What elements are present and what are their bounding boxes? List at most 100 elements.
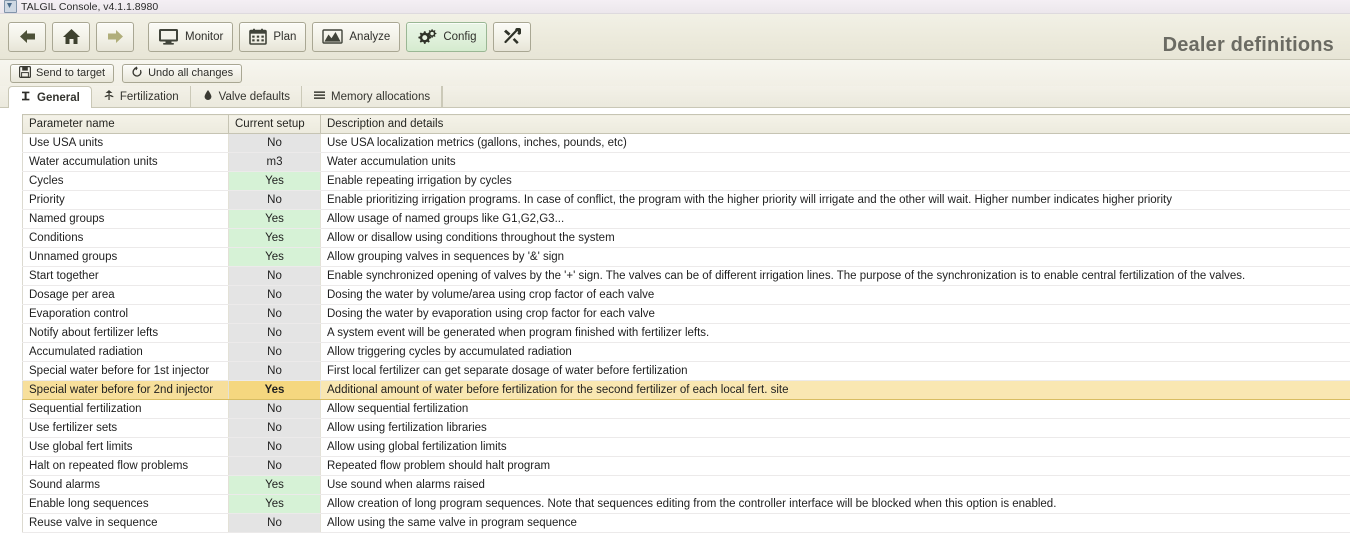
section-plan-label: Plan	[273, 30, 297, 43]
table-row[interactable]: Use USA units No Use USA localization metr…	[22, 133, 1350, 153]
cell-description: Allow grouping valves in sequences by '&…	[320, 247, 1350, 267]
table-row[interactable]: Conditions Yes Allow or disallow using con…	[22, 228, 1350, 248]
cell-parameter-name[interactable]: Notify about fertilizer lefts	[22, 323, 229, 343]
parameters-table-container[interactable]: Parameter name Current setup Description…	[0, 108, 1350, 538]
table-row[interactable]: Special water before for 2nd injector Yes…	[22, 380, 1350, 400]
section-monitor-button[interactable]: Monitor	[148, 21, 234, 52]
cell-parameter-name[interactable]: Accumulated radiation	[22, 342, 229, 362]
cell-parameter-name[interactable]: Special water before for 1st injector	[22, 361, 229, 381]
table-row[interactable]: Use fertilizer sets No Allow using fertili…	[22, 418, 1350, 438]
table-row[interactable]: Notify about fertilizer lefts No A system …	[22, 323, 1350, 343]
column-header-current-setup[interactable]: Current setup	[228, 114, 321, 134]
tab-general[interactable]: General	[8, 86, 92, 108]
table-row[interactable]: Accumulated radiation No Allow triggering …	[22, 342, 1350, 362]
cell-parameter-name[interactable]: Unnamed groups	[22, 247, 229, 267]
table-row[interactable]: Reuse valve in sequence No Allow using the…	[22, 513, 1350, 533]
cell-parameter-name[interactable]: Use global fert limits	[22, 437, 229, 457]
table-row[interactable]: Enable long sequences Yes Allow creation o…	[22, 494, 1350, 514]
tab-strip-filler	[442, 86, 1350, 107]
cell-current-setup[interactable]: No	[228, 266, 321, 286]
cell-current-setup[interactable]: No	[228, 361, 321, 381]
section-analyze-button[interactable]: Analyze	[312, 21, 401, 52]
cell-current-setup[interactable]: No	[228, 342, 321, 362]
tab-memory-allocations[interactable]: Memory allocations	[302, 86, 443, 107]
cell-current-setup[interactable]: No	[228, 399, 321, 419]
window-title: TALGIL Console, v4.1.1.8980	[21, 0, 159, 13]
section-plan-button[interactable]: Plan	[239, 21, 307, 52]
cell-description: Use sound when alarms raised	[320, 475, 1350, 495]
table-row[interactable]: Start together No Enable synchronized open…	[22, 266, 1350, 286]
section-config-button[interactable]: Config	[406, 21, 487, 52]
table-row[interactable]: Dosage per area No Dosing the water by vol…	[22, 285, 1350, 305]
section-tools-button[interactable]	[492, 21, 531, 52]
table-row[interactable]: Priority No Enable prioritizing irrigation…	[22, 190, 1350, 210]
cell-parameter-name[interactable]: Conditions	[22, 228, 229, 248]
arrow-right-icon	[106, 28, 125, 45]
cell-current-setup[interactable]: No	[228, 323, 321, 343]
cell-current-setup[interactable]: No	[228, 304, 321, 324]
cell-description: Dosing the water by evaporation using cr…	[320, 304, 1350, 324]
cell-current-setup[interactable]: m3	[228, 152, 321, 172]
table-row[interactable]: Named groups Yes Allow usage of named grou…	[22, 209, 1350, 229]
table-row[interactable]: Use global fert limits No Allow using glob…	[22, 437, 1350, 457]
undo-all-changes-button[interactable]: Undo all changes	[122, 63, 243, 83]
table-row[interactable]: Sound alarms Yes Use sound when alarms rai…	[22, 475, 1350, 495]
cell-parameter-name[interactable]: Sound alarms	[22, 475, 229, 495]
cell-parameter-name[interactable]: Evaporation control	[22, 304, 229, 324]
column-header-parameter-name[interactable]: Parameter name	[22, 114, 229, 134]
table-row[interactable]: Special water before for 1st injector No F…	[22, 361, 1350, 381]
cell-parameter-name[interactable]: Dosage per area	[22, 285, 229, 305]
cell-current-setup[interactable]: No	[228, 456, 321, 476]
cell-current-setup[interactable]: Yes	[228, 380, 321, 400]
action-bar: Send to target Undo all changes	[0, 60, 1350, 86]
send-to-target-label: Send to target	[36, 67, 106, 79]
cell-current-setup[interactable]: No	[228, 190, 321, 210]
cell-current-setup[interactable]: No	[228, 133, 321, 153]
cell-current-setup[interactable]: No	[228, 285, 321, 305]
cell-parameter-name[interactable]: Cycles	[22, 171, 229, 191]
cell-parameter-name[interactable]: Reuse valve in sequence	[22, 513, 229, 533]
cell-current-setup[interactable]: Yes	[228, 209, 321, 229]
tab-fertilization-label: Fertilization	[119, 90, 179, 103]
table-row[interactable]: Sequential fertilization No Allow sequenti…	[22, 399, 1350, 419]
column-header-description[interactable]: Description and details	[320, 114, 1350, 134]
table-row[interactable]: Evaporation control No Dosing the water by…	[22, 304, 1350, 324]
cell-current-setup[interactable]: Yes	[228, 228, 321, 248]
cell-parameter-name[interactable]: Start together	[22, 266, 229, 286]
cell-current-setup[interactable]: No	[228, 418, 321, 438]
page-title: Dealer definitions	[1162, 34, 1334, 56]
tab-valve-defaults[interactable]: Valve defaults	[191, 86, 303, 107]
cell-parameter-name[interactable]: Enable long sequences	[22, 494, 229, 514]
cell-parameter-name[interactable]: Priority	[22, 190, 229, 210]
tab-fertilization[interactable]: Fertilization	[92, 86, 191, 107]
table-row[interactable]: Halt on repeated flow problems No Repeated…	[22, 456, 1350, 476]
send-to-target-button[interactable]: Send to target	[10, 63, 115, 83]
cell-parameter-name[interactable]: Use USA units	[22, 133, 229, 153]
cell-parameter-name[interactable]: Sequential fertilization	[22, 399, 229, 419]
calendar-icon	[249, 28, 268, 45]
cell-current-setup[interactable]: Yes	[228, 475, 321, 495]
cell-parameter-name[interactable]: Use fertilizer sets	[22, 418, 229, 438]
app-icon	[4, 0, 17, 13]
section-analyze-label: Analyze	[349, 30, 391, 43]
cell-description: Allow triggering cycles by accumulated r…	[320, 342, 1350, 362]
cell-parameter-name[interactable]: Special water before for 2nd injector	[22, 380, 229, 400]
cell-current-setup[interactable]: Yes	[228, 494, 321, 514]
parameters-table: Parameter name Current setup Description…	[22, 114, 1350, 533]
back-button[interactable]	[8, 21, 46, 52]
cell-description: Allow creation of long program sequences…	[320, 494, 1350, 514]
cell-current-setup[interactable]: Yes	[228, 171, 321, 191]
cell-parameter-name[interactable]: Named groups	[22, 209, 229, 229]
table-row[interactable]: Cycles Yes Enable repeating irrigation by …	[22, 171, 1350, 191]
cell-parameter-name[interactable]: Water accumulation units	[22, 152, 229, 172]
cell-current-setup[interactable]: Yes	[228, 247, 321, 267]
monitor-icon	[158, 28, 179, 45]
home-button[interactable]	[52, 21, 90, 52]
cell-current-setup[interactable]: No	[228, 513, 321, 533]
forward-button[interactable]	[96, 21, 134, 52]
table-header-row: Parameter name Current setup Description…	[22, 114, 1350, 134]
table-row[interactable]: Unnamed groups Yes Allow grouping valves i…	[22, 247, 1350, 267]
table-row[interactable]: Water accumulation units m3 Water accumula…	[22, 152, 1350, 172]
cell-parameter-name[interactable]: Halt on repeated flow problems	[22, 456, 229, 476]
cell-current-setup[interactable]: No	[228, 437, 321, 457]
